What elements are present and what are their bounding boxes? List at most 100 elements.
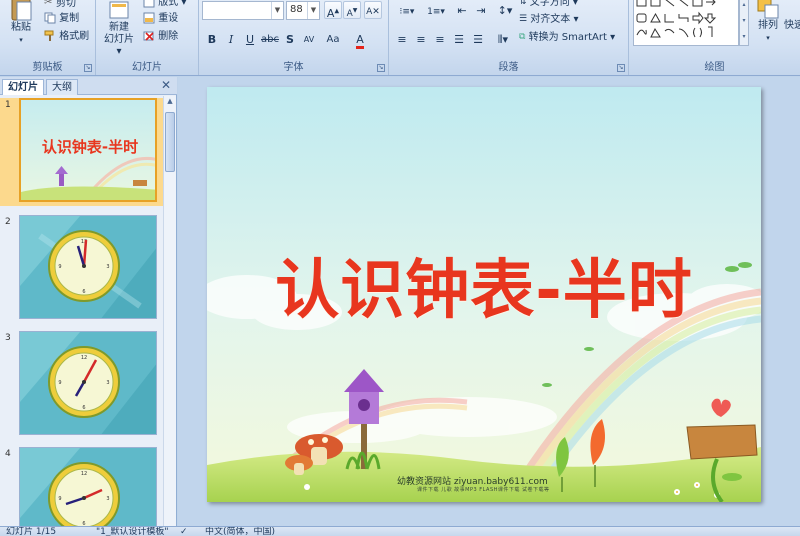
layout-icon <box>143 0 155 8</box>
shapes-gallery-scroll[interactable]: ▴ ▾ ▾ <box>739 0 749 46</box>
close-pane-icon[interactable]: ✕ <box>161 78 171 92</box>
language-indicator[interactable]: 中文(简体，中国) <box>205 527 275 536</box>
align-right-button[interactable]: ≡ <box>431 30 449 48</box>
cut-label: 剪切 <box>56 0 76 9</box>
svg-text:6: 6 <box>82 405 85 411</box>
font-size-combo[interactable]: 88 ▼ <box>286 1 320 20</box>
change-case-icon: Aa <box>326 34 340 45</box>
reset-button[interactable]: 重设 <box>143 11 178 27</box>
slide-number: 1 <box>5 100 11 110</box>
svg-text:3: 3 <box>106 496 109 502</box>
cut-button[interactable]: ✂ 剪切 <box>44 0 76 11</box>
distributed-button[interactable]: ☰ <box>469 30 487 48</box>
grow-font-button[interactable]: A▲ <box>324 1 342 20</box>
delete-button[interactable]: 删除 <box>143 29 178 45</box>
convert-smartart-button[interactable]: ⧉ 转换为 SmartArt ▾ <box>519 29 615 45</box>
slide-thumbnail-image: 12 3 6 9 <box>19 215 157 319</box>
distributed-icon: ☰ <box>473 33 483 46</box>
shadow-button[interactable]: S <box>281 30 299 48</box>
theme-name: "1_默认设计模板" <box>96 527 169 536</box>
align-left-button[interactable]: ≡ <box>393 30 411 48</box>
tab-outline[interactable]: 大纲 <box>46 79 78 95</box>
quick-styles-button[interactable]: 快速 <box>784 20 800 40</box>
svg-text:3: 3 <box>106 264 109 270</box>
columns-button[interactable]: ⫴▾ <box>491 30 515 48</box>
align-text-button[interactable]: ☰ 对齐文本 ▾ <box>519 11 578 27</box>
numbering-icon: 1≡▾ <box>427 7 445 17</box>
increase-indent-button[interactable]: ⇥ <box>472 1 490 19</box>
align-center-button[interactable]: ≡ <box>412 30 430 48</box>
smartart-icon: ⧉ <box>519 32 526 42</box>
change-case-button[interactable]: Aa <box>324 30 342 48</box>
scroll-up-icon[interactable]: ▲ <box>165 97 175 109</box>
clipboard-dialog-launcher[interactable]: ↘ <box>84 64 92 72</box>
arrange-icon <box>757 0 779 19</box>
align-left-icon: ≡ <box>397 33 407 46</box>
clock-slide-preview: 12369 <box>20 448 156 536</box>
align-right-icon: ≡ <box>435 33 445 46</box>
svg-text:12: 12 <box>81 471 87 477</box>
line-spacing-button[interactable]: ↕▾ <box>493 1 517 19</box>
slides-group-label: 幻灯片 <box>132 62 162 73</box>
shapes-gallery[interactable] <box>633 0 739 46</box>
new-slide-button[interactable]: 新建 幻灯片 ▾ <box>100 0 138 57</box>
copy-button[interactable]: 复制 <box>44 11 79 27</box>
clear-formatting-icon: A✕ <box>366 7 380 17</box>
bullets-button[interactable]: ⁝≡▾ <box>393 1 421 19</box>
arrange-button[interactable]: 排列 ▾ <box>753 0 783 52</box>
scrollbar-thumb[interactable] <box>165 112 175 172</box>
format-painter-label: 格式刷 <box>59 31 90 42</box>
justify-button[interactable]: ☰ <box>450 30 468 48</box>
clock-slide-preview: 12369 <box>20 216 156 318</box>
slides-group: 新建 幻灯片 ▾ 版式 ▾ 重设 删除 幻灯片 <box>96 0 199 75</box>
slide-number: 2 <box>5 217 11 227</box>
text-direction-button[interactable]: ⇅ 文字方向 ▾ <box>519 0 578 10</box>
font-size-value: 88 <box>290 4 303 15</box>
svg-text:12: 12 <box>81 355 87 361</box>
new-slide-label-line2: 幻灯片 ▾ <box>104 34 134 57</box>
text-direction-label: 文字方向 <box>529 0 570 8</box>
slide-editor-area: 认识钟表-半时 幼教资源网站 ziyuan.baby611.com 课件下载 儿… <box>178 77 800 526</box>
slide-number: 4 <box>5 449 11 459</box>
paragraph-dialog-launcher[interactable]: ↘ <box>617 64 625 72</box>
spellcheck-icon[interactable]: ✓ <box>180 527 188 536</box>
slide-title[interactable]: 认识钟表-半时 <box>207 239 761 331</box>
slide-thumbnail-1[interactable]: 1 认识钟表-半时 <box>0 98 163 206</box>
tab-slides[interactable]: 幻灯片 <box>2 79 44 95</box>
character-spacing-icon: AV <box>303 35 315 44</box>
clear-formatting-button[interactable]: A✕ <box>364 1 382 19</box>
increase-indent-icon: ⇥ <box>476 4 486 17</box>
font-color-button[interactable]: A <box>351 30 369 49</box>
underline-button[interactable]: U <box>241 30 259 48</box>
slide-thumbnail-image: 12 3 6 9 <box>19 447 157 536</box>
slides-pane-scrollbar[interactable]: ▲ <box>163 96 176 526</box>
italic-button[interactable]: I <box>222 30 240 48</box>
font-color-icon: A <box>356 33 364 49</box>
numbering-button[interactable]: 1≡▾ <box>422 1 450 19</box>
decrease-indent-button[interactable]: ⇤ <box>453 1 471 19</box>
strikethrough-button[interactable]: abc <box>260 30 279 48</box>
arrange-label: 排列 <box>758 20 778 31</box>
slide-thumbnail-2[interactable]: 2 12 3 6 9 <box>0 215 163 323</box>
font-group: ▼ 88 ▼ A▲ A▼ A✕ B I U abc S AV Aa A 字体 ↘ <box>199 0 389 75</box>
format-painter-button[interactable]: 格式刷 <box>44 29 89 45</box>
delete-icon <box>143 31 154 41</box>
drawing-group-label: 绘图 <box>704 62 725 73</box>
clipboard-group-label: 剪贴板 <box>32 62 63 73</box>
slide-thumbnail-4[interactable]: 4 12 3 6 9 <box>0 447 163 536</box>
svg-text:9: 9 <box>58 264 61 270</box>
chevron-down-icon: ▼ <box>271 2 283 19</box>
paste-icon <box>11 0 32 21</box>
font-dialog-launcher[interactable]: ↘ <box>377 64 385 72</box>
new-slide-label-line1: 新建 <box>109 22 129 33</box>
paste-button[interactable]: 粘贴 ▾ <box>4 0 38 52</box>
current-slide[interactable]: 认识钟表-半时 幼教资源网站 ziyuan.baby611.com 课件下载 儿… <box>207 87 761 502</box>
paragraph-group: ⁝≡▾ 1≡▾ ⇤ ⇥ ↕▾ ⇅ 文字方向 ▾ ☰ 对齐文本 ▾ ⧉ 转换为 S… <box>389 0 629 75</box>
paragraph-group-label: 段落 <box>498 62 519 73</box>
shrink-font-button[interactable]: A▼ <box>343 1 361 19</box>
layout-button[interactable]: 版式 ▾ <box>143 0 186 11</box>
font-name-combo[interactable]: ▼ <box>202 1 284 20</box>
bold-button[interactable]: B <box>203 30 221 48</box>
slide-thumbnail-3[interactable]: 3 12 3 6 9 <box>0 331 163 439</box>
character-spacing-button[interactable]: AV <box>300 30 318 48</box>
